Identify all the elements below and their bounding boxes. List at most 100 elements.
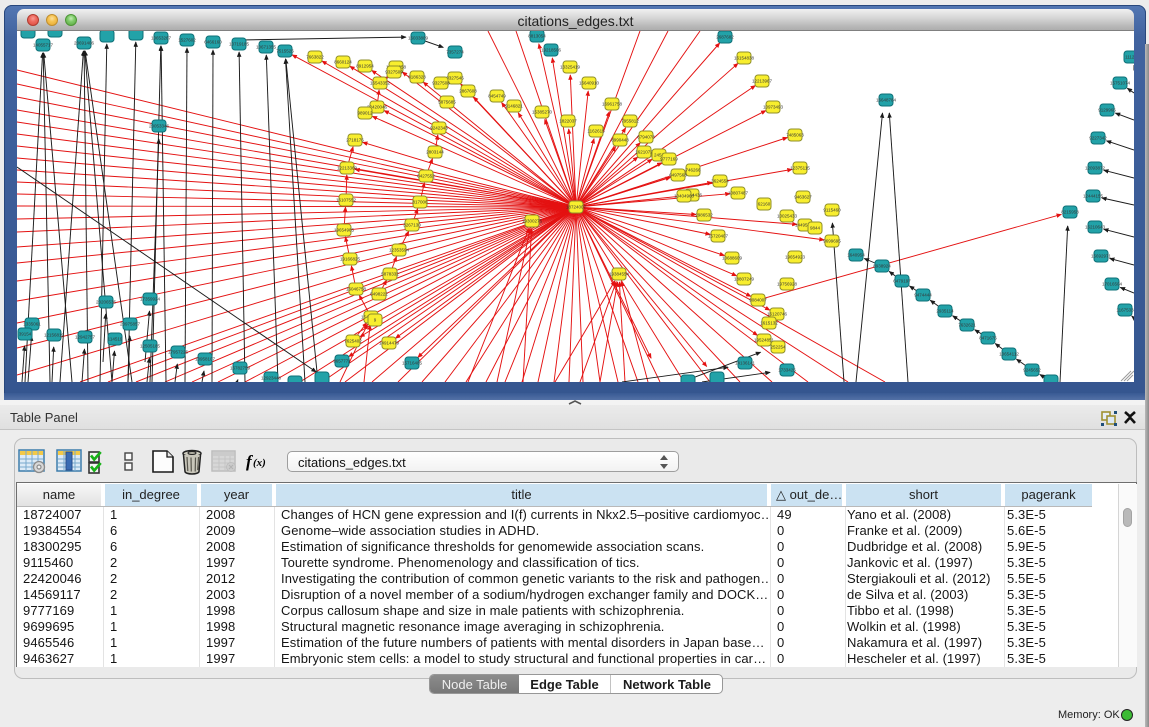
svg-text:15720407: 15720407 <box>708 234 729 239</box>
svg-text:8427552: 8427552 <box>417 174 435 179</box>
svg-text:8471676: 8471676 <box>979 336 997 341</box>
svg-text:12093872: 12093872 <box>1085 166 1106 171</box>
svg-text:62160: 62160 <box>758 202 771 207</box>
svg-text:817006: 817006 <box>412 200 428 205</box>
svg-text:12444155: 12444155 <box>1083 194 1104 199</box>
svg-text:5878332: 5878332 <box>381 272 399 277</box>
svg-text:12505185: 12505185 <box>140 344 161 349</box>
svg-text:7515526: 7515526 <box>276 49 294 54</box>
svg-text:9699695: 9699695 <box>823 239 841 244</box>
svg-text:6466160: 6466160 <box>204 40 222 45</box>
svg-text:10671355: 10671355 <box>256 45 277 50</box>
svg-text:2687682: 2687682 <box>716 35 734 40</box>
svg-text:252254: 252254 <box>770 345 786 350</box>
svg-text:9115460: 9115460 <box>823 208 841 213</box>
svg-text:8990448: 8990448 <box>611 138 629 143</box>
svg-text:7625402: 7625402 <box>344 339 362 344</box>
svg-text:7663822: 7663822 <box>306 55 324 60</box>
svg-text:17359924: 17359924 <box>140 297 161 302</box>
svg-text:10654112: 10654112 <box>999 352 1019 357</box>
svg-text:10958107: 10958107 <box>195 357 216 362</box>
svg-text:6479197: 6479197 <box>893 279 911 284</box>
svg-text:14914479: 14914479 <box>379 341 400 346</box>
svg-text:10719185: 10719185 <box>229 42 250 47</box>
svg-text:14055717: 14055717 <box>33 43 54 48</box>
svg-text:16648784: 16648784 <box>876 98 897 103</box>
svg-text:(x): (x) <box>253 457 266 469</box>
svg-text:16210643: 16210643 <box>1085 225 1106 230</box>
svg-text:17016504: 17016504 <box>1102 282 1123 287</box>
svg-text:9657771: 9657771 <box>333 359 351 364</box>
svg-text:12353594: 12353594 <box>389 248 410 253</box>
svg-text:20053346: 20053346 <box>149 124 170 129</box>
svg-text:1733426: 1733426 <box>778 368 796 373</box>
svg-text:6497568: 6497568 <box>669 173 687 178</box>
svg-text:1167533: 1167533 <box>1116 308 1134 313</box>
svg-text:9245652: 9245652 <box>1023 368 1041 373</box>
svg-text:746266: 746266 <box>685 168 701 173</box>
svg-text:9777169: 9777169 <box>660 157 678 162</box>
svg-text:8660124: 8660124 <box>334 60 352 65</box>
svg-text:1335061: 1335061 <box>23 322 41 327</box>
svg-text:16782759: 16782759 <box>230 366 251 371</box>
svg-text:9327508: 9327508 <box>432 81 450 86</box>
svg-text:19166825: 19166825 <box>340 257 361 262</box>
svg-text:1527602: 1527602 <box>178 38 196 43</box>
svg-text:10025433: 10025433 <box>777 214 798 219</box>
svg-text:18807249: 18807249 <box>734 277 755 282</box>
svg-text:20206535: 20206535 <box>96 300 117 305</box>
svg-text:10404960: 10404960 <box>674 194 695 199</box>
svg-text:9463627: 9463627 <box>794 195 812 200</box>
svg-text:19654985: 19654985 <box>334 228 355 233</box>
svg-text:9129966: 9129966 <box>1098 108 1116 113</box>
svg-text:9084007: 9084007 <box>749 298 767 303</box>
svg-text:16154838: 16154838 <box>734 56 755 61</box>
svg-text:8215958: 8215958 <box>1061 210 1079 215</box>
svg-text:8454749: 8454749 <box>488 94 506 99</box>
svg-text:7485063: 7485063 <box>786 133 804 138</box>
svg-text:3624554: 3624554 <box>711 179 729 184</box>
svg-text:2718176: 2718176 <box>346 138 364 143</box>
svg-text:12923448: 12923448 <box>261 376 282 381</box>
svg-text:16107552: 16107552 <box>336 198 357 203</box>
svg-text:9146821: 9146821 <box>505 104 523 109</box>
svg-text:15692971: 15692971 <box>1091 254 1112 259</box>
svg-text:7357274: 7357274 <box>446 50 464 55</box>
svg-text:20691406: 20691406 <box>74 41 95 46</box>
svg-text:20975857: 20975857 <box>120 322 141 327</box>
svg-text:8938924: 8938924 <box>873 264 891 269</box>
svg-text:19218506: 19218506 <box>541 48 562 53</box>
svg-text:19384554: 19384554 <box>609 272 630 277</box>
svg-text:19756928: 19756928 <box>777 282 798 287</box>
svg-text:5498222: 5498222 <box>370 292 388 297</box>
svg-text:9327509: 9327509 <box>385 70 403 75</box>
svg-text:12942757: 12942757 <box>75 335 96 340</box>
svg-text:9844: 9844 <box>810 226 821 231</box>
svg-text:15385270: 15385270 <box>532 110 553 115</box>
svg-text:16120746: 16120746 <box>767 312 788 317</box>
svg-text:12375115: 12375115 <box>790 166 810 171</box>
svg-text:2803144: 2803144 <box>426 150 444 155</box>
svg-text:10653267: 10653267 <box>151 36 172 41</box>
svg-text:1822037: 1822037 <box>559 119 577 124</box>
svg-text:8912954: 8912954 <box>356 64 374 69</box>
svg-text:10807487: 10807487 <box>728 191 749 196</box>
svg-text:18724007: 18724007 <box>566 205 587 210</box>
svg-text:16046758: 16046758 <box>346 287 367 292</box>
svg-text:9242343: 9242343 <box>430 126 448 131</box>
svg-text:9227342: 9227342 <box>1089 136 1107 141</box>
svg-text:16543352: 16543352 <box>370 81 391 86</box>
svg-text:19300275: 19300275 <box>522 219 543 224</box>
svg-text:19654923: 19654923 <box>785 255 806 260</box>
svg-text:16961758: 16961758 <box>602 102 623 107</box>
svg-text:2935114: 2935114 <box>936 309 954 314</box>
svg-text:1162615: 1162615 <box>587 129 605 134</box>
svg-text:989012: 989012 <box>357 111 373 116</box>
svg-text:9474444: 9474444 <box>914 293 932 298</box>
svg-text:14136141: 14136141 <box>735 361 756 366</box>
svg-text:10973493: 10973493 <box>763 105 784 110</box>
svg-text:12156819: 12156819 <box>44 333 65 338</box>
svg-text:1615132: 1615132 <box>760 321 778 326</box>
svg-text:1621072: 1621072 <box>635 150 653 155</box>
svg-text:15751074: 15751074 <box>1110 81 1131 86</box>
